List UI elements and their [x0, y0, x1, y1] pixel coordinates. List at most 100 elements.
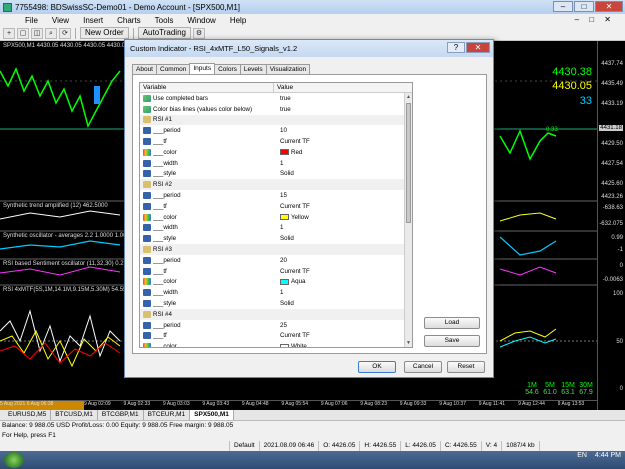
- time-axis[interactable]: 5 Aug 2021 6 Aug 06:38 9 Aug 02:09 9 Aug…: [0, 400, 597, 410]
- menu-file[interactable]: File: [18, 16, 45, 25]
- autotrading-button[interactable]: AutoTrading: [137, 27, 191, 39]
- tab-inputs[interactable]: Inputs: [189, 63, 216, 74]
- param-value[interactable]: Current TF: [276, 203, 310, 210]
- profiles-icon[interactable]: ▢: [17, 27, 29, 39]
- reset-button[interactable]: Reset: [447, 361, 485, 373]
- param-row[interactable]: ___width 1: [140, 223, 412, 234]
- load-button[interactable]: Load: [424, 317, 480, 329]
- param-group-row[interactable]: RSI #1: [140, 114, 412, 126]
- param-value[interactable]: Current TF: [276, 268, 310, 275]
- param-value[interactable]: 1: [276, 289, 283, 296]
- chart-tab[interactable]: BTCUSD,M1: [51, 410, 98, 420]
- settings-icon[interactable]: ⚙: [192, 27, 205, 39]
- param-value[interactable]: Red: [276, 149, 302, 156]
- close-button[interactable]: ✕: [595, 1, 623, 12]
- scroll-down-icon[interactable]: ▼: [405, 339, 412, 347]
- scroll-thumb[interactable]: [406, 103, 411, 223]
- param-row[interactable]: ___tf Current TF: [140, 331, 412, 342]
- param-row[interactable]: ___style Solid: [140, 298, 412, 309]
- param-value-text: 1: [280, 289, 284, 297]
- param-row[interactable]: ___period 10: [140, 125, 412, 136]
- number-param-icon: [143, 138, 151, 146]
- chart-tab-active[interactable]: SPX500,M1: [190, 410, 234, 420]
- param-row[interactable]: ___width 1: [140, 287, 412, 298]
- mtf-value: 61.0: [543, 389, 557, 396]
- chart-tab[interactable]: EURUSD,M5: [4, 410, 52, 420]
- menu-tools[interactable]: Tools: [148, 16, 181, 25]
- start-button[interactable]: [4, 452, 24, 468]
- param-value[interactable]: true: [276, 106, 291, 113]
- dialog-close-button[interactable]: ✕: [466, 42, 490, 53]
- param-row[interactable]: ___tf Current TF: [140, 136, 412, 147]
- param-value[interactable]: Current TF: [276, 332, 310, 339]
- new-order-button[interactable]: New Order: [80, 27, 129, 39]
- param-row[interactable]: ___color Yellow: [140, 212, 412, 223]
- param-value[interactable]: 10: [276, 127, 287, 134]
- param-row[interactable]: ___style Solid: [140, 169, 412, 180]
- param-row[interactable]: ___color Aqua: [140, 277, 412, 288]
- tab-colors[interactable]: Colors: [214, 64, 241, 74]
- param-value[interactable]: 15: [276, 192, 287, 199]
- param-value[interactable]: Yellow: [276, 214, 309, 221]
- grid-scrollbar[interactable]: ▲ ▼: [404, 93, 412, 347]
- status-profile[interactable]: Default: [230, 441, 260, 451]
- price-axis[interactable]: 4437.74 4435.49 4433.19 4431.18 4429.50 …: [597, 41, 625, 410]
- cancel-button[interactable]: Cancel: [404, 361, 442, 373]
- language-indicator[interactable]: EN: [577, 452, 587, 460]
- param-value[interactable]: 20: [276, 257, 287, 264]
- param-value[interactable]: Aqua: [276, 278, 305, 285]
- menu-insert[interactable]: Insert: [76, 16, 110, 25]
- minimize-button[interactable]: –: [553, 1, 573, 12]
- param-group-row[interactable]: RSI #2: [140, 179, 412, 191]
- param-row[interactable]: Color bias lines (values color below) tru…: [140, 104, 412, 115]
- param-row[interactable]: ___period 25: [140, 320, 412, 331]
- menu-window[interactable]: Window: [180, 16, 222, 25]
- param-row[interactable]: ___period 20: [140, 255, 412, 266]
- market-watch-icon[interactable]: ◫: [31, 27, 43, 39]
- new-chart-icon[interactable]: +: [3, 27, 15, 39]
- chart-tab[interactable]: BTCGBP,M1: [98, 410, 144, 420]
- param-group-row[interactable]: RSI #4: [140, 308, 412, 320]
- param-value[interactable]: Solid: [276, 235, 294, 242]
- scroll-up-icon[interactable]: ▲: [405, 93, 412, 101]
- param-value[interactable]: Solid: [276, 300, 294, 307]
- ok-button[interactable]: OK: [358, 361, 396, 373]
- menu-view[interactable]: View: [45, 16, 76, 25]
- chart-tab[interactable]: BTCEUR,M1: [144, 410, 191, 420]
- param-value[interactable]: 1: [276, 224, 283, 231]
- param-value[interactable]: true: [276, 95, 291, 102]
- param-name: ___period: [153, 127, 181, 135]
- param-group-row[interactable]: RSI #3: [140, 244, 412, 255]
- save-button[interactable]: Save: [424, 335, 480, 347]
- refresh-icon[interactable]: ⟳: [59, 27, 71, 39]
- param-row[interactable]: ___width 1: [140, 158, 412, 169]
- column-variable[interactable]: Variable: [140, 83, 274, 92]
- param-value[interactable]: White: [276, 343, 307, 347]
- tab-common[interactable]: Common: [156, 64, 191, 74]
- inputs-grid[interactable]: Variable Value Use completed bars true Col…: [139, 82, 413, 348]
- param-row[interactable]: ___period 15: [140, 190, 412, 201]
- param-row[interactable]: ___color White: [140, 341, 412, 347]
- dialog-help-button[interactable]: ?: [447, 42, 465, 53]
- menu-charts[interactable]: Charts: [110, 16, 148, 25]
- param-value[interactable]: Current TF: [276, 138, 310, 145]
- tab-levels[interactable]: Levels: [239, 64, 267, 74]
- menu-help[interactable]: Help: [223, 16, 253, 25]
- param-row[interactable]: ___tf Current TF: [140, 201, 412, 212]
- param-row[interactable]: Use completed bars true: [140, 93, 412, 104]
- maximize-button[interactable]: □: [574, 1, 594, 12]
- param-value[interactable]: 25: [276, 322, 287, 329]
- param-row[interactable]: ___color Red: [140, 147, 412, 158]
- param-value-text: Solid: [280, 235, 294, 243]
- param-row[interactable]: ___style Solid: [140, 233, 412, 244]
- clock[interactable]: 4:44 PM: [595, 452, 621, 460]
- tab-about[interactable]: About: [132, 64, 157, 74]
- navigator-icon[interactable]: ⌕: [45, 27, 57, 39]
- tab-visualization[interactable]: Visualization: [265, 64, 311, 74]
- mdi-controls[interactable]: – □ ✕: [568, 15, 622, 24]
- param-row[interactable]: ___tf Current TF: [140, 266, 412, 277]
- column-value[interactable]: Value: [274, 83, 293, 92]
- param-value[interactable]: Solid: [276, 170, 294, 177]
- status-close: C: 4426.55: [441, 441, 482, 451]
- param-value[interactable]: 1: [276, 160, 283, 167]
